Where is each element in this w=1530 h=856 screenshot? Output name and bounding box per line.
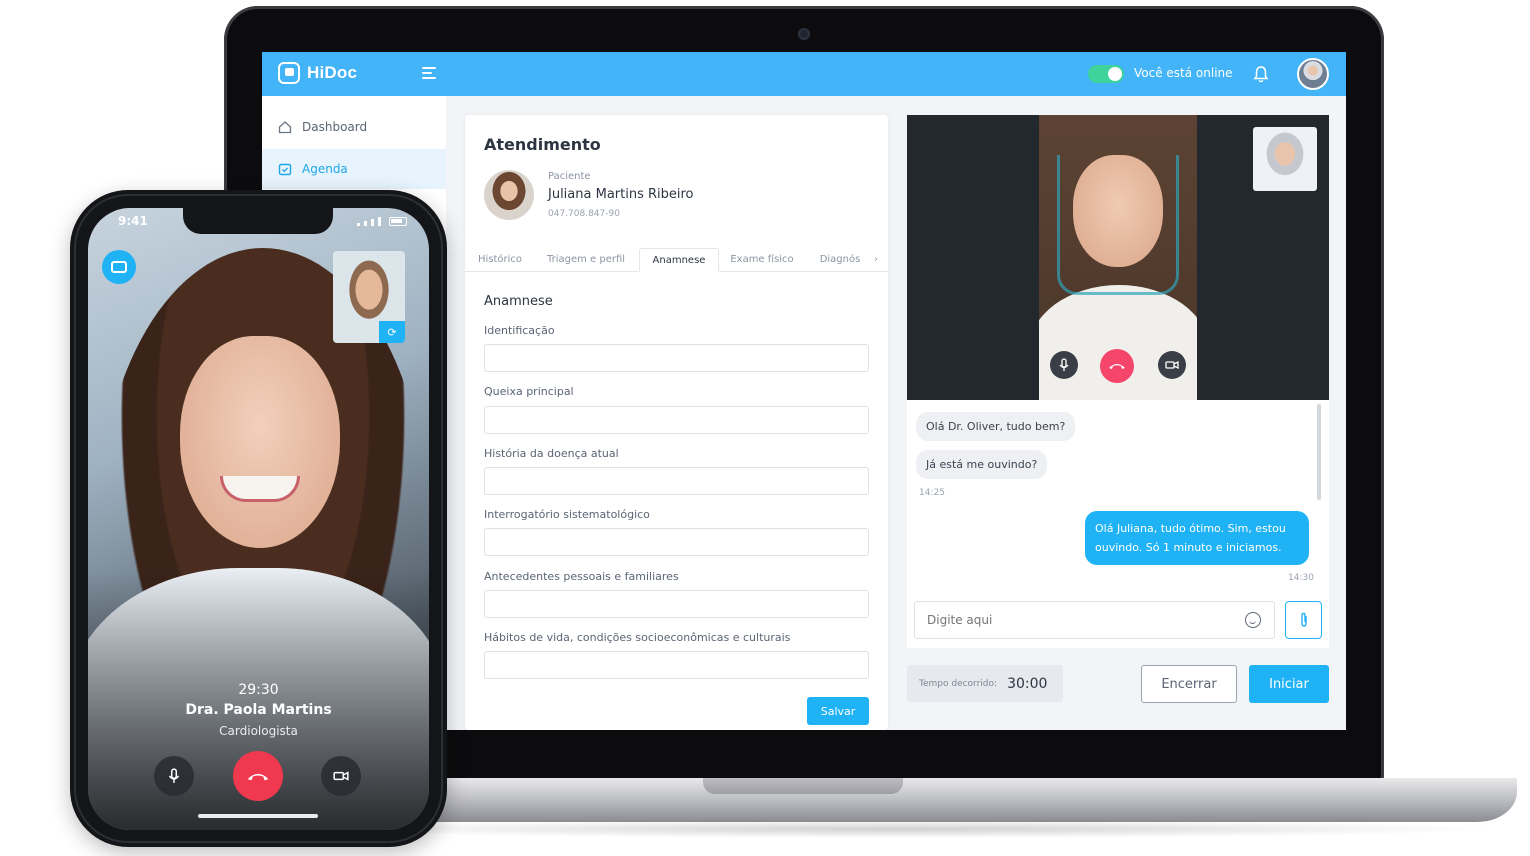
tab-historico[interactable]: Histórico — [471, 248, 529, 272]
patient-name: Juliana Martins Ribeiro — [548, 187, 694, 202]
start-button[interactable]: Iniciar — [1249, 665, 1329, 703]
end-button[interactable]: Encerrar — [1141, 665, 1237, 703]
chevron-right-icon[interactable]: › — [874, 254, 878, 265]
attendance-card: Atendimento Paciente Juliana Martins Rib… — [465, 115, 888, 730]
status-icons — [357, 217, 407, 226]
patient-label: Paciente — [548, 171, 591, 182]
status-time: 9:41 — [118, 214, 148, 228]
chat-message-in: Olá Dr. Oliver, tudo bem? — [916, 412, 1076, 441]
video-call — [907, 115, 1329, 400]
sidebar-item-label: Agenda — [302, 162, 348, 176]
laptop-camera — [798, 28, 810, 40]
app-name: HiDoc — [307, 63, 358, 82]
sidebar-item-label: Dashboard — [302, 120, 368, 134]
doctor-name: Dra. Paola Martins — [185, 702, 332, 718]
patient-pip-video: ⟳ — [333, 251, 405, 343]
topbar: HiDoc Você está online — [262, 52, 1346, 96]
field-label: História da doença atual — [484, 447, 619, 460]
message-input[interactable] — [914, 601, 1275, 639]
page-title: Atendimento — [484, 135, 601, 154]
tab-triagem[interactable]: Triagem e perfil — [541, 248, 631, 272]
chat-message-out: Olá Juliana, tudo ótimo. Sim, estou ouvi… — [1085, 511, 1309, 565]
switch-camera-icon[interactable]: ⟳ — [379, 321, 405, 343]
logo-icon — [278, 62, 300, 84]
laptop-shadow — [300, 820, 1500, 838]
sidebar-item-dashboard[interactable]: Dashboard — [262, 107, 446, 147]
save-button[interactable]: Salvar — [807, 697, 869, 725]
historia-field[interactable] — [484, 467, 869, 495]
queixa-field[interactable] — [484, 406, 869, 434]
doctor-pip-video — [1253, 127, 1317, 191]
doctor-role: Cardiologista — [219, 724, 298, 738]
sidebar-item-agenda[interactable]: Agenda — [262, 149, 446, 189]
mic-icon[interactable] — [154, 756, 194, 796]
doctor-face — [180, 336, 340, 548]
field-label: Interrogatório sistematológico — [484, 508, 650, 521]
elapsed-value: 30:00 — [1007, 675, 1048, 692]
chat-time: 14:25 — [919, 488, 945, 498]
mic-icon[interactable] — [1050, 351, 1078, 379]
field-label: Antecedentes pessoais e familiares — [484, 570, 679, 583]
app-logo[interactable]: HiDoc — [278, 62, 357, 84]
menu-icon[interactable] — [422, 67, 436, 79]
phone-screen: 9:41 ⟳ 29:30 Dra. Paola Martins Cardiolo… — [88, 208, 429, 830]
online-status: Você está online — [1134, 66, 1233, 80]
elapsed-label: Tempo decorrido: — [919, 678, 998, 689]
battery-icon — [389, 217, 407, 226]
phone: 9:41 ⟳ 29:30 Dra. Paola Martins Cardiolo… — [70, 190, 447, 847]
tab-diagnostico[interactable]: Diagnós — [813, 248, 867, 272]
camera-icon[interactable] — [321, 756, 361, 796]
interrogatorio-field[interactable] — [484, 528, 869, 556]
laptop-notch — [703, 778, 903, 794]
online-toggle[interactable] — [1088, 65, 1124, 83]
elapsed-time: Tempo decorrido: 30:00 — [907, 665, 1063, 702]
headset — [1057, 155, 1179, 295]
chat-time: 14:30 — [1288, 573, 1314, 583]
hangup-icon[interactable] — [1100, 349, 1134, 383]
bell-icon[interactable] — [1253, 65, 1269, 83]
emoji-icon[interactable] — [1245, 612, 1261, 628]
section-title: Anamnese — [484, 294, 553, 309]
tab-anamnese[interactable]: Anamnese — [639, 248, 719, 272]
habitos-field[interactable] — [484, 651, 869, 679]
home-icon — [278, 121, 292, 134]
chat-scrollbar[interactable] — [1317, 404, 1321, 500]
chat-message-in: Já está me ouvindo? — [916, 450, 1048, 479]
identificacao-field[interactable] — [484, 344, 869, 372]
field-label: Queixa principal — [484, 385, 574, 398]
hangup-icon[interactable] — [233, 751, 283, 801]
patient-avatar — [484, 170, 534, 220]
tab-exame-fisico[interactable]: Exame físico — [727, 248, 797, 272]
home-indicator[interactable] — [198, 814, 318, 818]
phone-notch — [183, 208, 333, 234]
paperclip-icon[interactable] — [1285, 601, 1322, 639]
camera-icon[interactable] — [1158, 351, 1186, 379]
calendar-icon — [278, 163, 292, 176]
antecedentes-field[interactable] — [484, 590, 869, 618]
field-label: Identificação — [484, 324, 555, 337]
field-label: Hábitos de vida, condições socioeconômic… — [484, 631, 791, 644]
attendance-tabs: Histórico Triagem e perfil Anamnese Exam… — [465, 248, 888, 272]
call-timer: 29:30 — [238, 682, 279, 698]
chat-icon[interactable] — [102, 250, 136, 284]
avatar[interactable] — [1297, 58, 1329, 90]
patient-document: 047.708.847-90 — [548, 209, 620, 219]
